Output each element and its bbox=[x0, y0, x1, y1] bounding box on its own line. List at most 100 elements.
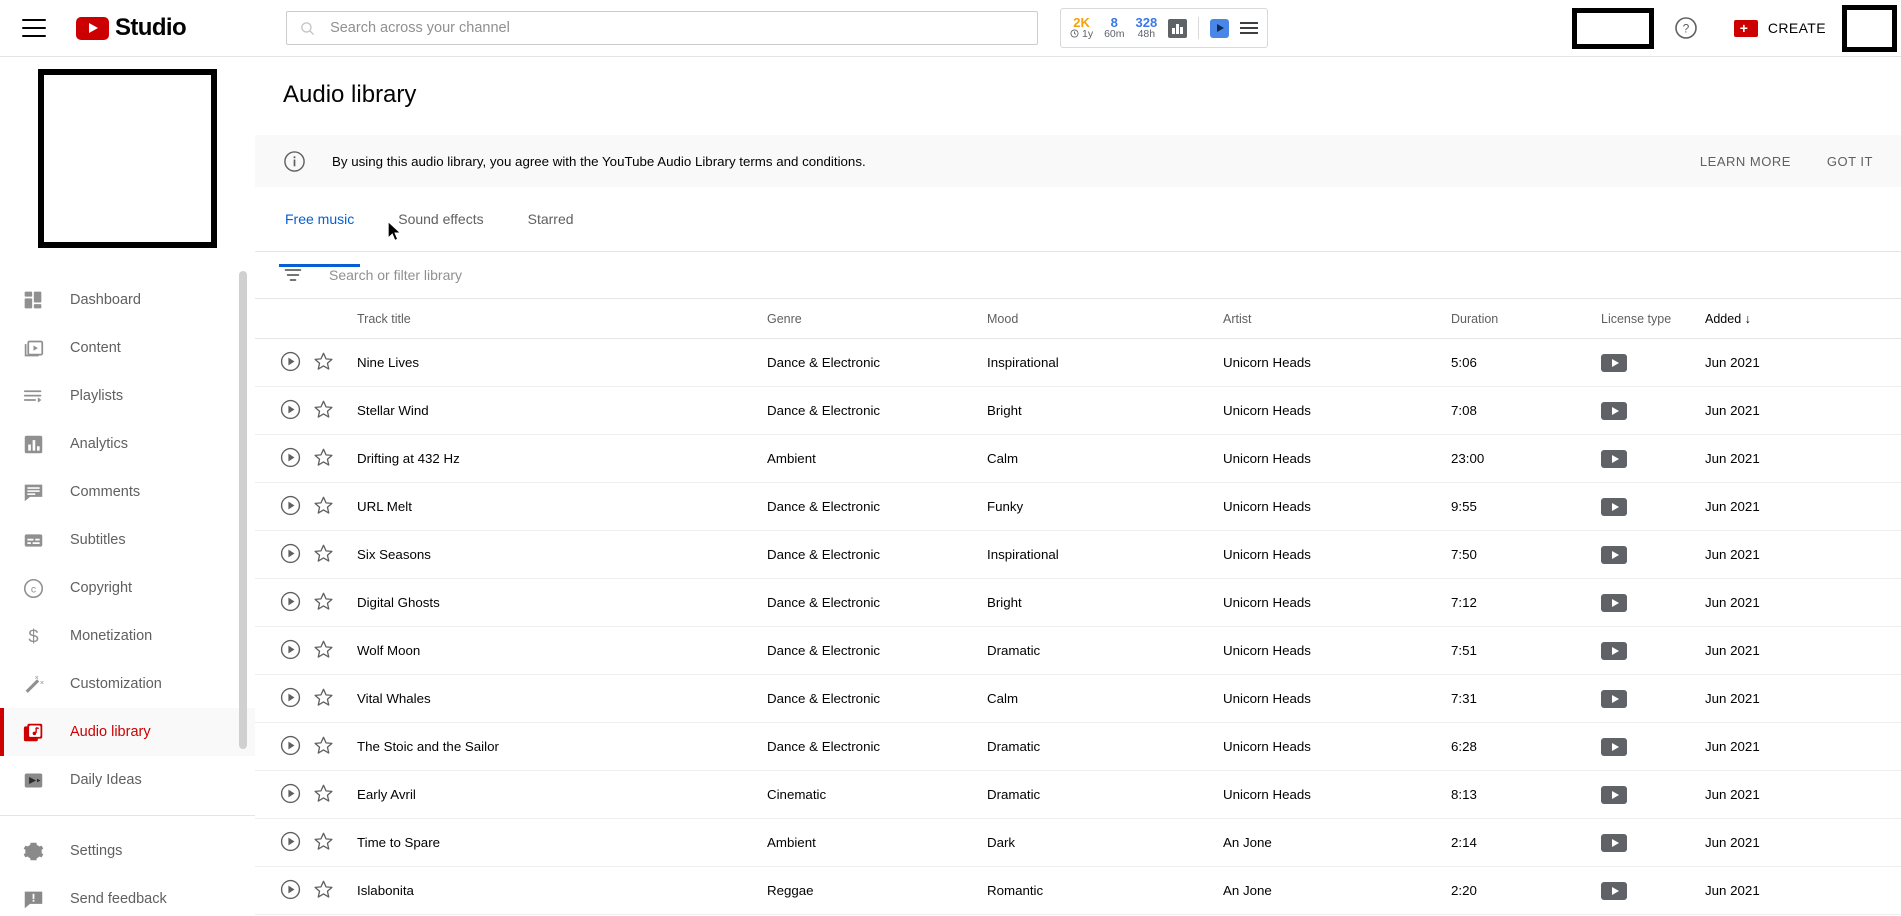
cell-license-type bbox=[1601, 770, 1705, 819]
channel-search-box[interactable] bbox=[286, 11, 1039, 45]
hamburger-icon[interactable] bbox=[22, 19, 46, 37]
star-icon[interactable] bbox=[313, 447, 334, 468]
sidebar-item-customization[interactable]: ✕ ✕ Customization bbox=[0, 660, 255, 708]
th-track-title[interactable]: Track title bbox=[357, 298, 767, 339]
play-icon[interactable] bbox=[280, 543, 301, 564]
create-button-label: CREATE bbox=[1767, 20, 1826, 36]
star-icon[interactable] bbox=[313, 735, 334, 756]
sidebar-item-analytics[interactable]: Analytics bbox=[0, 420, 255, 468]
table-row[interactable]: URL Melt Dance & Electronic Funky Unicorn H… bbox=[255, 482, 1901, 531]
star-icon[interactable] bbox=[313, 879, 334, 900]
table-row[interactable]: Six Seasons Dance & Electronic Inspiration… bbox=[255, 530, 1901, 579]
star-icon[interactable] bbox=[313, 495, 334, 516]
table-row[interactable]: Vital Whales Dance & Electronic Calm Unicor… bbox=[255, 674, 1901, 723]
cell-added: Jun 2021 bbox=[1705, 578, 1901, 627]
table-row[interactable]: The Stoic and the Sailor Dance & Electron… bbox=[255, 722, 1901, 771]
th-artist[interactable]: Artist bbox=[1223, 298, 1451, 339]
cell-added: Jun 2021 bbox=[1705, 674, 1901, 723]
th-genre[interactable]: Genre bbox=[767, 298, 987, 339]
star-icon[interactable] bbox=[313, 351, 334, 372]
star-icon[interactable] bbox=[313, 639, 334, 660]
feedback-icon bbox=[20, 886, 46, 912]
cell-artist: An Jone bbox=[1223, 866, 1451, 915]
sidebar-item-subtitles[interactable]: Subtitles bbox=[0, 516, 255, 564]
tab-starred[interactable]: Starred bbox=[526, 207, 576, 251]
sidebar-item-playlists[interactable]: Playlists bbox=[0, 372, 255, 420]
stat-third-value: 328 bbox=[1135, 14, 1158, 30]
library-filter-input[interactable] bbox=[329, 267, 1901, 283]
row-star-cell bbox=[313, 722, 357, 771]
star-icon[interactable] bbox=[313, 831, 334, 852]
cell-license-type bbox=[1601, 866, 1705, 915]
learn-more-button[interactable]: LEARN MORE bbox=[1700, 154, 1791, 169]
star-icon[interactable] bbox=[313, 399, 334, 420]
info-icon bbox=[284, 150, 305, 172]
sidebar-item-copyright[interactable]: c Copyright bbox=[0, 564, 255, 612]
sidebar-scrollbar[interactable] bbox=[239, 271, 247, 749]
row-play-cell bbox=[255, 770, 313, 819]
youtube-license-badge-icon bbox=[1601, 881, 1627, 900]
sidebar-item-dashboard[interactable]: Dashboard bbox=[0, 276, 255, 324]
cell-duration: 2:20 bbox=[1451, 866, 1601, 915]
tab-free-music[interactable]: Free music bbox=[278, 207, 361, 267]
play-icon[interactable] bbox=[280, 783, 301, 804]
row-play-cell bbox=[255, 674, 313, 723]
th-duration[interactable]: Duration bbox=[1451, 298, 1601, 339]
play-icon[interactable] bbox=[280, 735, 301, 756]
sidebar-item-settings[interactable]: Settings bbox=[0, 827, 255, 875]
svg-text:c: c bbox=[30, 583, 35, 595]
filter-icon[interactable] bbox=[283, 265, 303, 285]
table-row[interactable]: Nine Lives Dance & Electronic Inspirationa… bbox=[255, 338, 1901, 387]
sidebar-item-label: Content bbox=[70, 340, 121, 356]
tab-sound-effects[interactable]: Sound effects bbox=[396, 207, 485, 251]
play-icon[interactable] bbox=[280, 831, 301, 852]
sidebar-item-monetization[interactable]: $ Monetization bbox=[0, 612, 255, 660]
cell-track-title: The Stoic and the Sailor bbox=[357, 722, 767, 771]
play-icon[interactable] bbox=[280, 639, 301, 660]
star-icon[interactable] bbox=[313, 543, 334, 564]
list-icon[interactable] bbox=[1240, 22, 1259, 34]
play-icon[interactable] bbox=[280, 495, 301, 516]
row-play-cell bbox=[255, 434, 313, 483]
star-icon[interactable] bbox=[313, 687, 334, 708]
play-icon[interactable] bbox=[280, 351, 301, 372]
play-icon[interactable] bbox=[280, 591, 301, 612]
play-icon[interactable] bbox=[280, 447, 301, 468]
channel-avatar-redacted[interactable] bbox=[38, 69, 217, 248]
th-added[interactable]: Added ↓ bbox=[1705, 298, 1901, 339]
studio-logo[interactable]: Studio bbox=[76, 14, 187, 42]
sidebar-divider bbox=[0, 815, 255, 816]
play-icon[interactable] bbox=[280, 399, 301, 420]
sidebar-item-content[interactable]: Content bbox=[0, 324, 255, 372]
sidebar-item-daily-ideas[interactable]: Daily Ideas bbox=[0, 756, 255, 804]
subtitles-icon bbox=[20, 527, 46, 553]
play-icon[interactable] bbox=[280, 687, 301, 708]
table-row[interactable]: Stellar Wind Dance & Electronic Bright Unic… bbox=[255, 386, 1901, 435]
table-row[interactable]: Wolf Moon Dance & Electronic Dramatic Unico… bbox=[255, 626, 1901, 675]
bar-chart-icon[interactable] bbox=[1168, 18, 1188, 38]
cell-added: Jun 2021 bbox=[1705, 866, 1901, 915]
got-it-button[interactable]: GOT IT bbox=[1827, 154, 1873, 169]
table-row[interactable]: Time to Spare Ambient Dark An Jone 2:14 Jun 2… bbox=[255, 818, 1901, 867]
row-play-cell bbox=[255, 530, 313, 579]
play-icon[interactable] bbox=[280, 879, 301, 900]
star-icon[interactable] bbox=[313, 783, 334, 804]
th-license-type[interactable]: License type bbox=[1601, 298, 1705, 339]
star-icon[interactable] bbox=[313, 591, 334, 612]
table-row[interactable]: Islabonita Reggae Romantic An Jone 2:20 Jun 2… bbox=[255, 866, 1901, 915]
sidebar-item-audio-library[interactable]: Audio library bbox=[0, 708, 255, 756]
table-row[interactable]: Drifting at 432 Hz Ambient Calm Unicorn Hea… bbox=[255, 434, 1901, 483]
th-mood[interactable]: Mood bbox=[987, 298, 1223, 339]
channel-stats-chip[interactable]: 2K 1y 8 60m 328 48h bbox=[1060, 8, 1269, 48]
table-header: Track title Genre Mood Artist Duration L… bbox=[255, 298, 1901, 339]
cell-duration: 8:13 bbox=[1451, 770, 1601, 819]
help-icon[interactable]: ? bbox=[1674, 16, 1698, 40]
search-input[interactable] bbox=[330, 20, 1026, 36]
sidebar-item-send-feedback[interactable]: Send feedback bbox=[0, 875, 255, 916]
table-row[interactable]: Digital Ghosts Dance & Electronic Bright Un… bbox=[255, 578, 1901, 627]
video-camera-plus-icon: + bbox=[1733, 19, 1758, 37]
blue-play-icon[interactable] bbox=[1210, 18, 1230, 38]
sidebar-item-comments[interactable]: Comments bbox=[0, 468, 255, 516]
create-button[interactable]: + CREATE bbox=[1718, 10, 1842, 46]
table-row[interactable]: Early Avril Cinematic Dramatic Unicorn Head… bbox=[255, 770, 1901, 819]
